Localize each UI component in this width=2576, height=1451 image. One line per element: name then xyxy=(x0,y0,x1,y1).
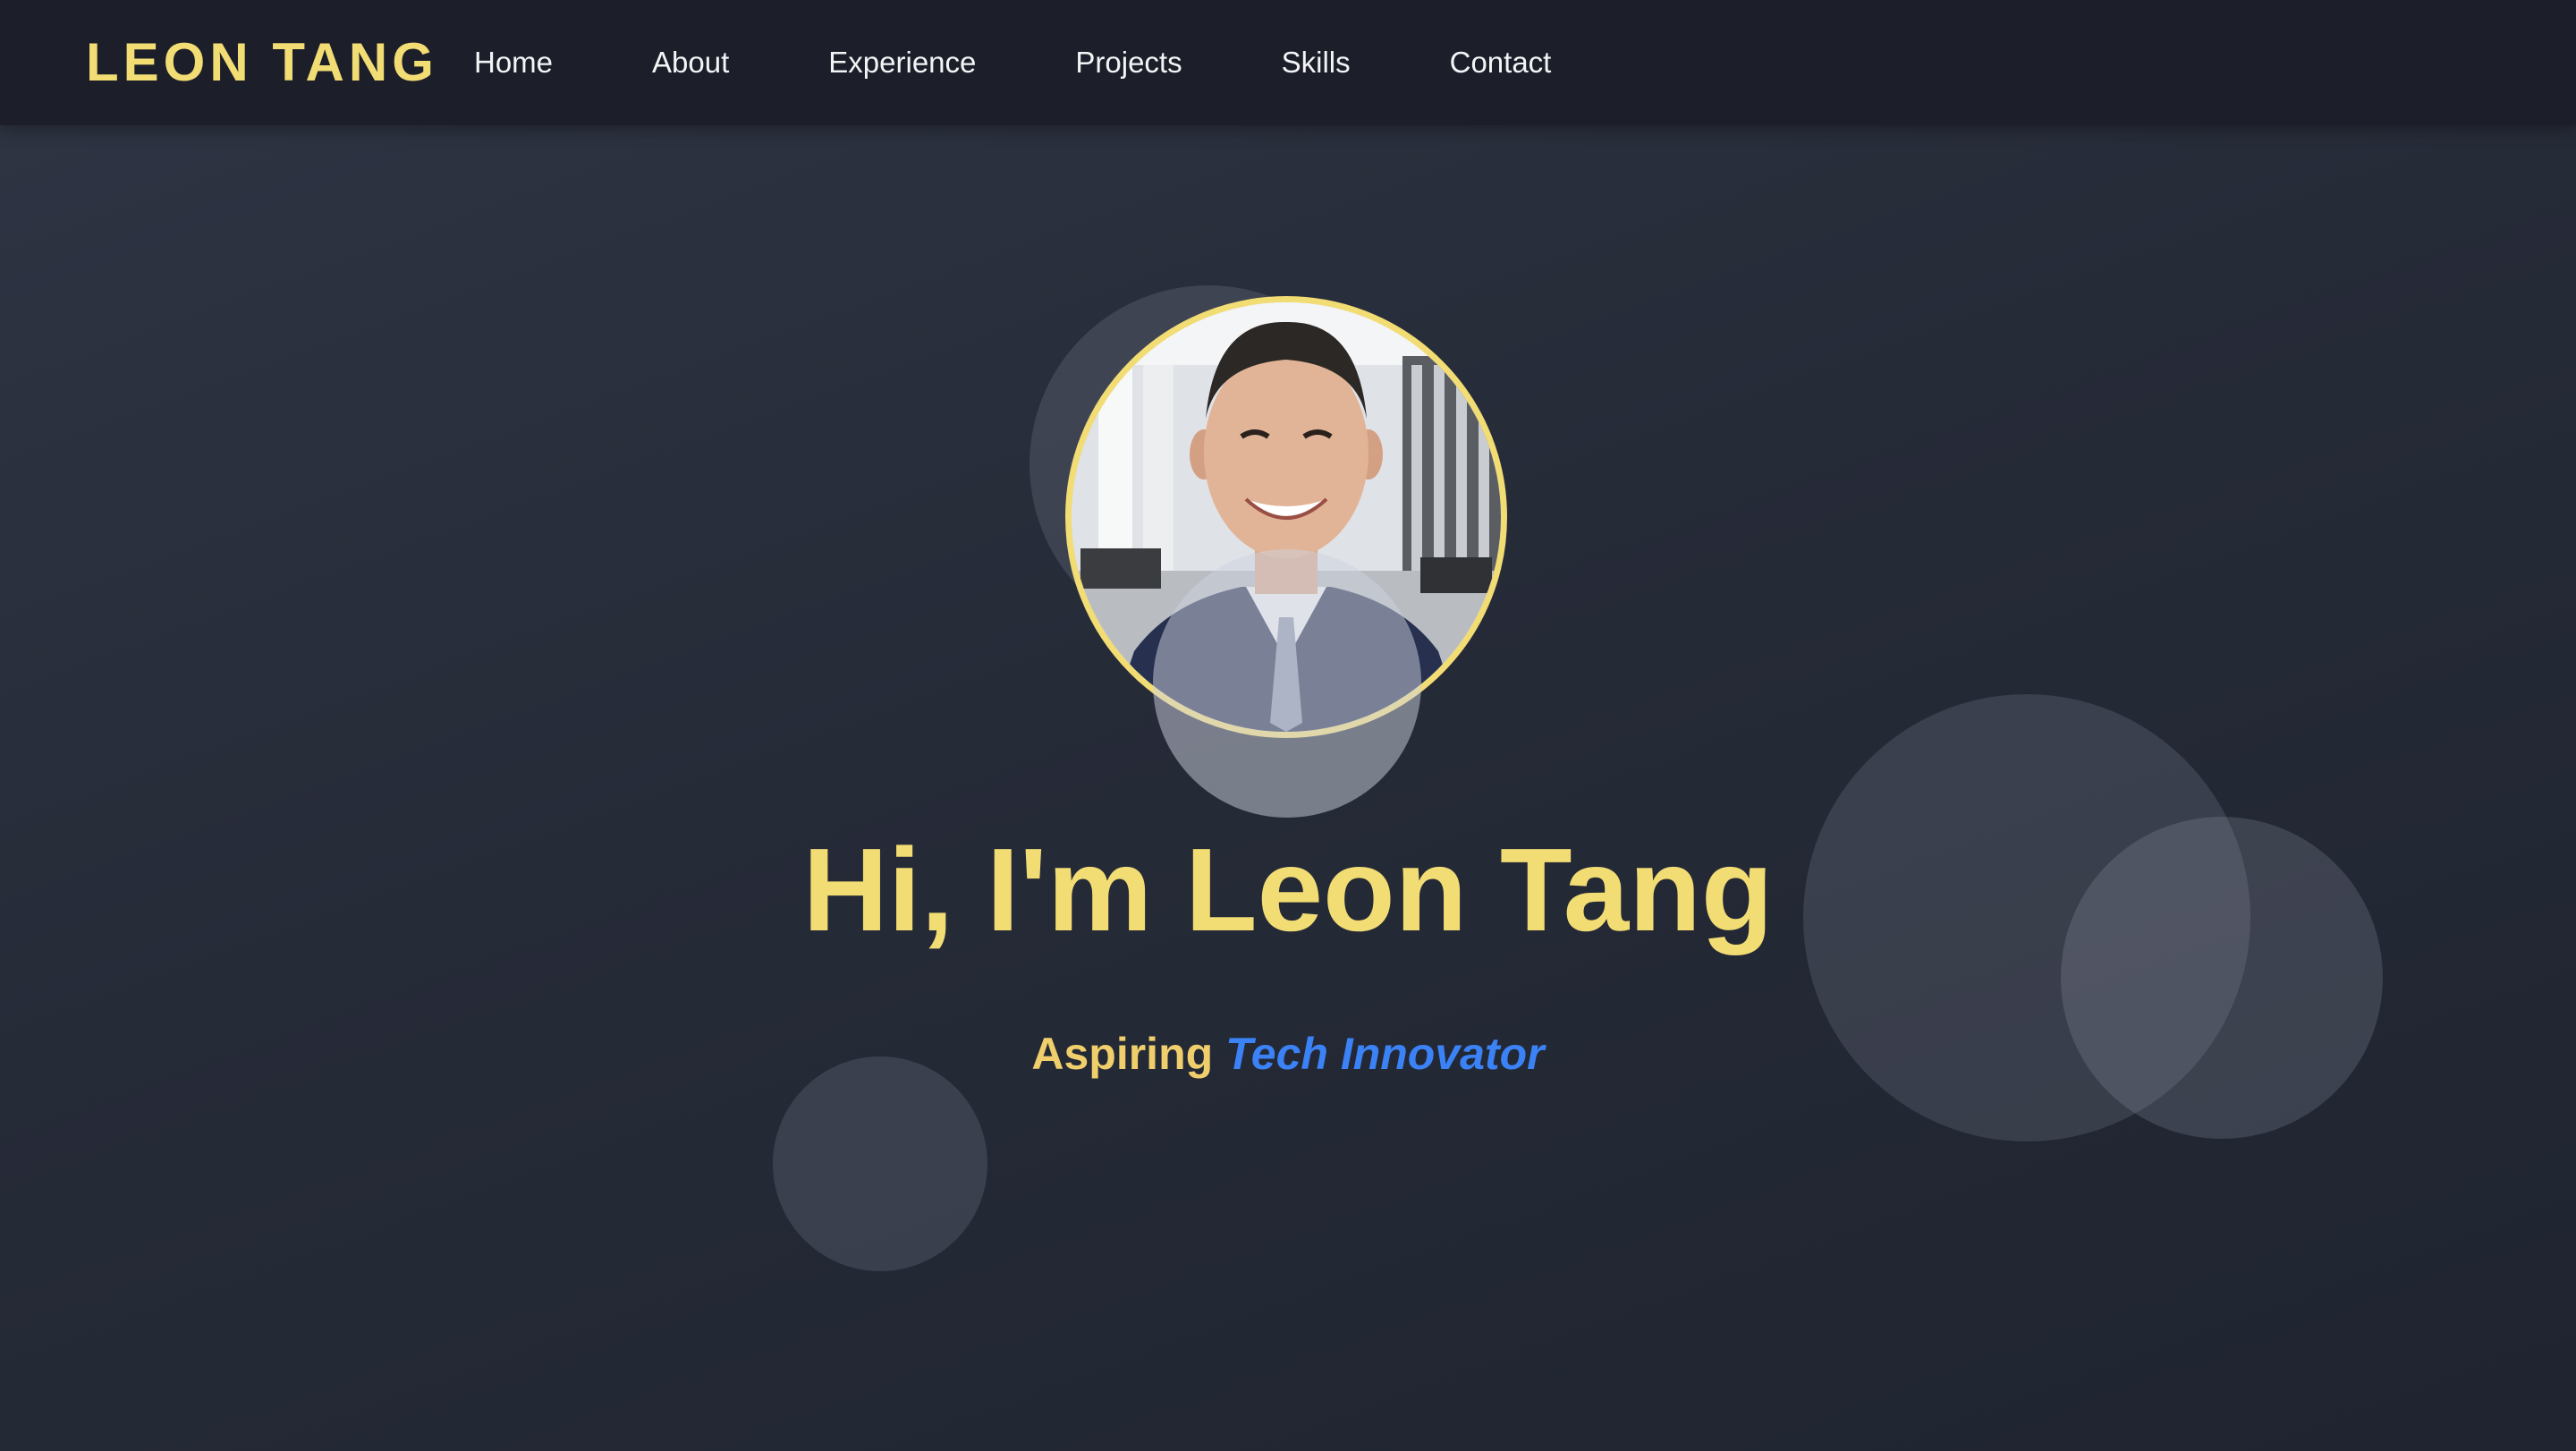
hero-subtitle: Aspiring Tech Innovator xyxy=(0,1027,2576,1081)
nav-link-experience[interactable]: Experience xyxy=(828,46,976,80)
nav-link-about[interactable]: About xyxy=(652,46,729,80)
nav-link-home[interactable]: Home xyxy=(474,46,553,80)
nav-link-skills[interactable]: Skills xyxy=(1282,46,1351,80)
profile-photo xyxy=(1065,296,1507,738)
nav-link-projects[interactable]: Projects xyxy=(1075,46,1182,80)
profile-portrait-illustration xyxy=(1072,302,1501,732)
site-logo[interactable]: LEON TANG xyxy=(86,30,438,95)
hero-title: Hi, I'm Leon Tang xyxy=(802,824,1774,955)
decorative-bubble xyxy=(773,1056,987,1271)
hero-subtitle-highlight: Tech Innovator xyxy=(1225,1029,1545,1079)
navbar: LEON TANG Home About Experience Projects… xyxy=(0,0,2576,125)
hero-subtitle-prefix: Aspiring xyxy=(1031,1029,1214,1079)
nav-link-contact[interactable]: Contact xyxy=(1450,46,1552,80)
nav-links: Home About Experience Projects Skills Co… xyxy=(474,0,1551,125)
hero-section: Hi, I'm Leon Tang Aspiring Tech Innovato… xyxy=(0,125,2576,1451)
